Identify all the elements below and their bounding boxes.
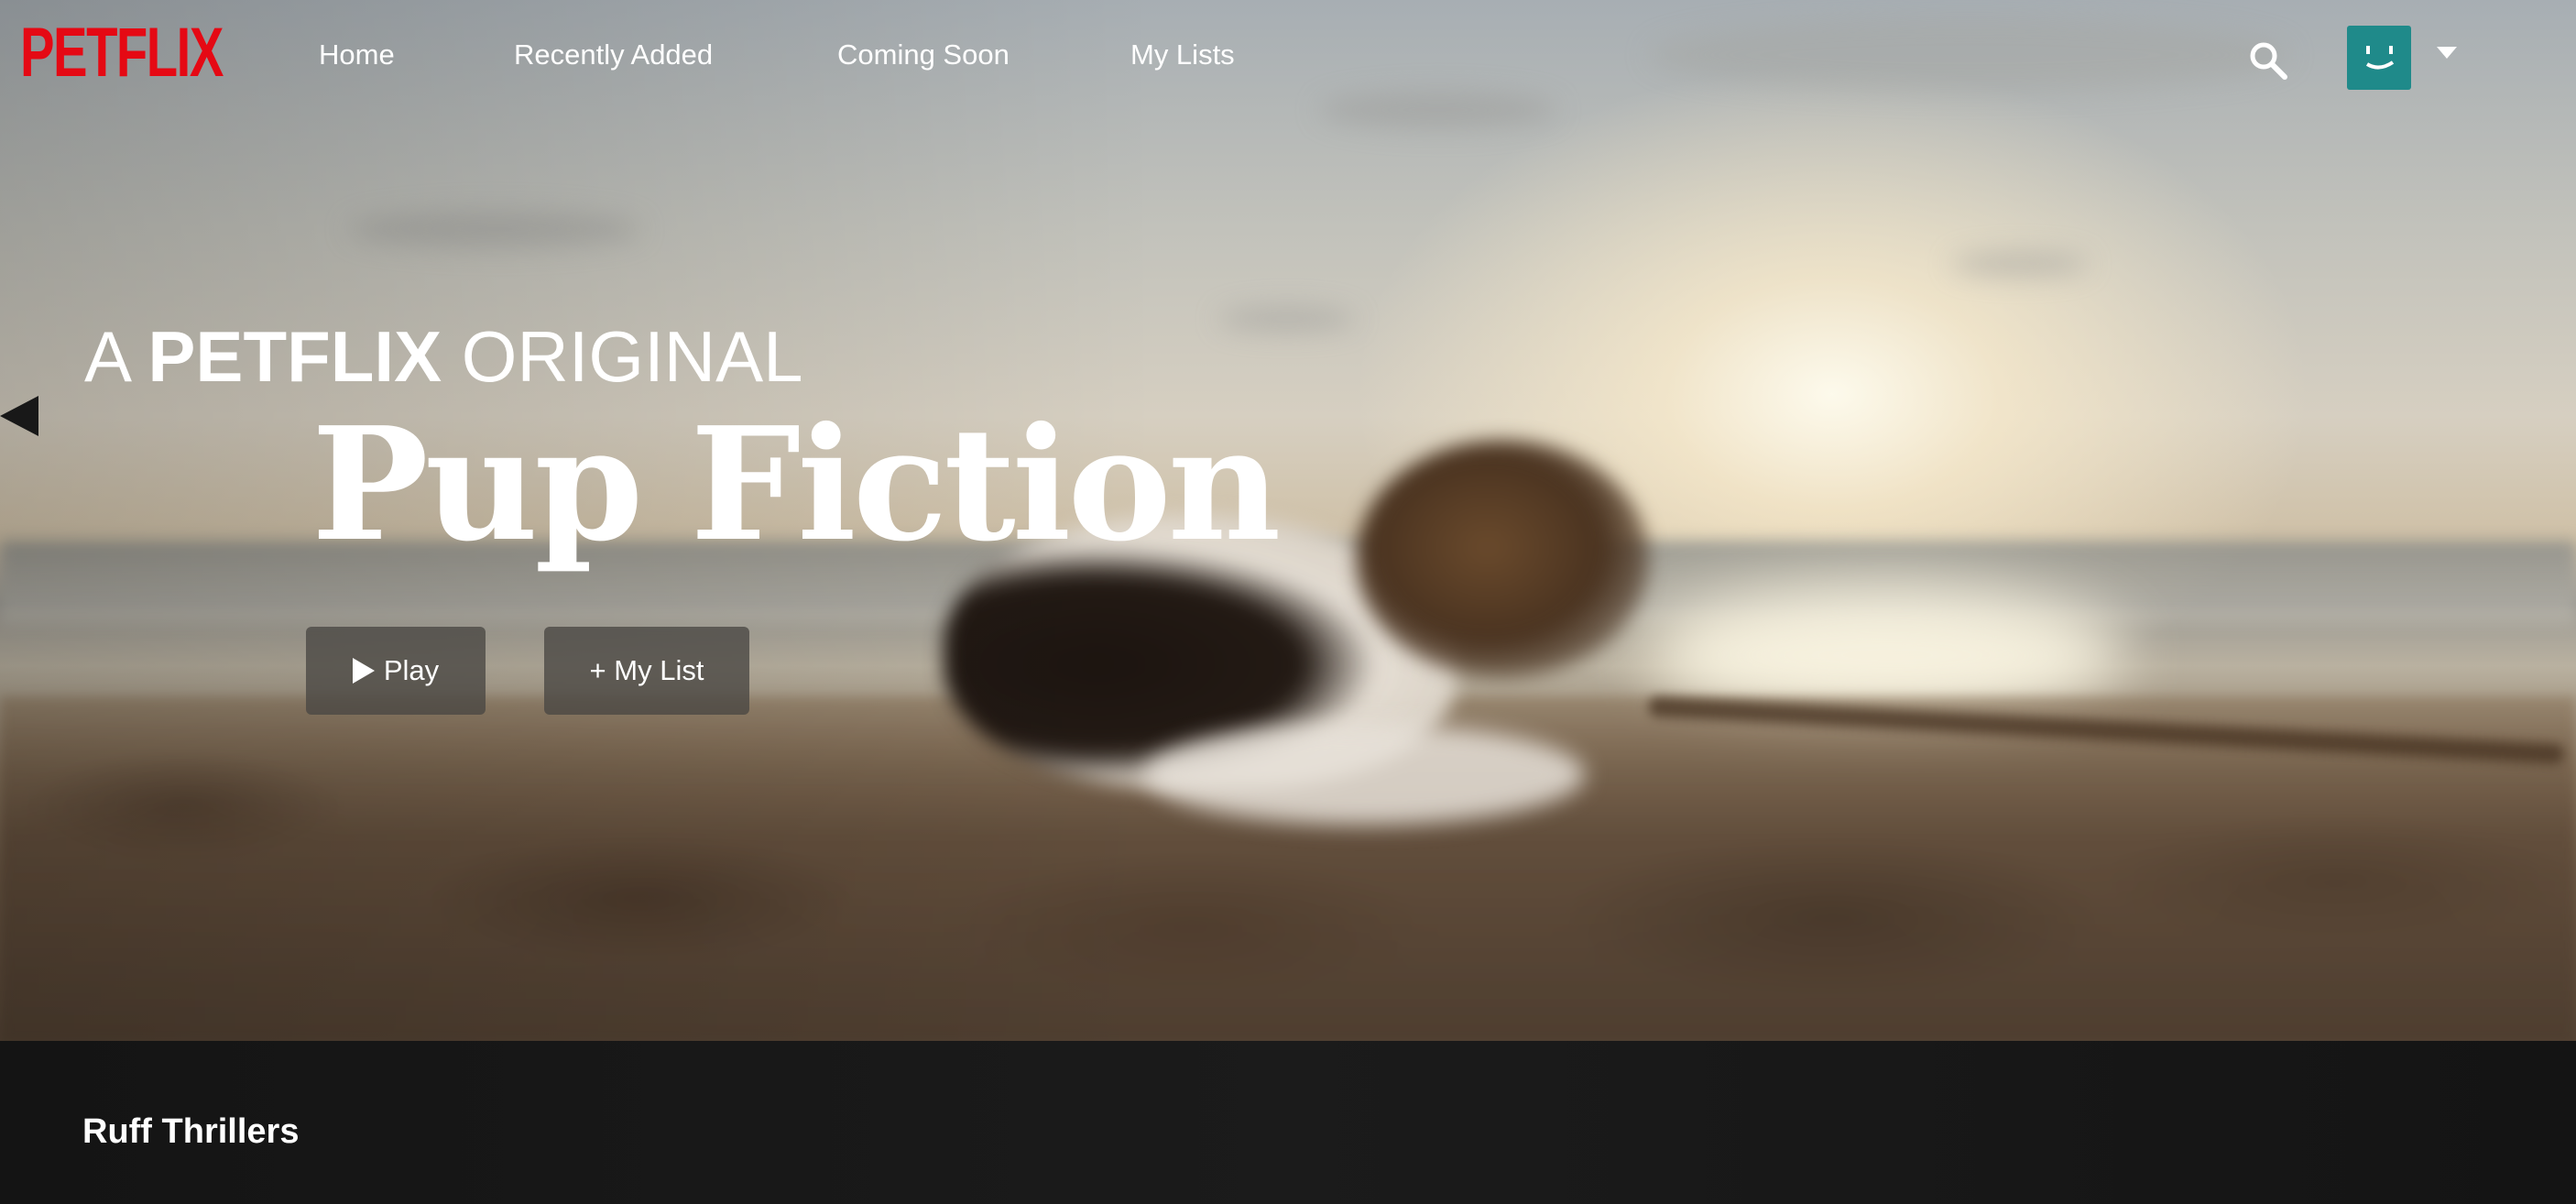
hero-banner: A PETFLIX ORIGINAL Pup Fiction Play + My…: [0, 0, 2576, 1041]
original-brand: PETFLIX: [147, 316, 442, 397]
original-suffix: ORIGINAL: [461, 316, 803, 397]
play-icon: [352, 658, 375, 684]
nav-link-home[interactable]: Home: [319, 40, 395, 69]
top-nav: PETFLIX Home Recently Added Coming Soon …: [0, 0, 2576, 115]
search-icon[interactable]: [2248, 40, 2288, 81]
add-to-my-list-button[interactable]: + My List: [544, 627, 749, 715]
hero-title: Pup Fiction: [311, 393, 1281, 576]
original-prefix: A: [84, 316, 128, 397]
petflix-logo[interactable]: PETFLIX: [20, 18, 224, 88]
smiley-avatar-icon: [2365, 46, 2395, 70]
play-label: Play: [383, 654, 440, 686]
content-row: Ruff Thrillers: [0, 1041, 2576, 1204]
nav-link-my-lists[interactable]: My Lists: [1130, 40, 1235, 69]
nav-link-recently-added[interactable]: Recently Added: [514, 40, 713, 69]
row-title: Ruff Thrillers: [82, 1112, 300, 1151]
profile-avatar[interactable]: [2347, 26, 2411, 90]
my-list-label: + My List: [589, 654, 704, 686]
caret-down-icon[interactable]: [2437, 47, 2457, 60]
original-label: A PETFLIX ORIGINAL: [84, 321, 803, 392]
play-button[interactable]: Play: [306, 627, 486, 715]
nav-link-coming-soon[interactable]: Coming Soon: [837, 40, 1010, 69]
